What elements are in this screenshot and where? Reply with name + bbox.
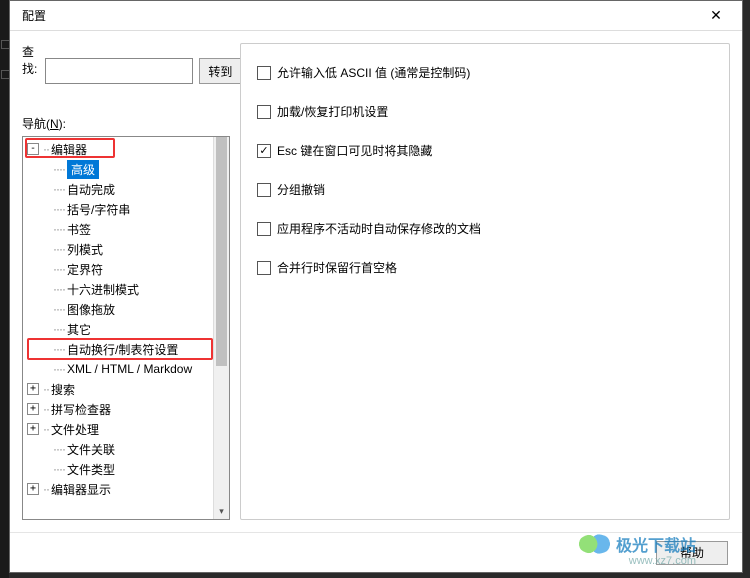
tree-item[interactable]: ····括号/字符串: [23, 199, 213, 219]
option-label: 允许输入低 ASCII 值 (通常是控制码): [277, 64, 470, 81]
tree-item[interactable]: ····书签: [23, 219, 213, 239]
tree-item-label: 列模式: [67, 241, 103, 258]
search-label: 查找:: [22, 43, 37, 99]
dialog-title: 配置: [22, 7, 698, 24]
tree-item-label: 书签: [67, 221, 91, 238]
option-label: Esc 键在窗口可见时将其隐藏: [277, 142, 432, 159]
search-input[interactable]: [45, 58, 193, 84]
nav-tree[interactable]: -··编辑器····高级····自动完成····括号/字符串····书签····…: [23, 137, 213, 519]
tree-item-label: 图像拖放: [67, 301, 115, 318]
dialog-body: 查找: 转到 导航(N): -··编辑器····高级····自动完成····括号…: [10, 31, 742, 532]
tree-expander-icon[interactable]: +: [27, 483, 39, 495]
option-label: 加载/恢复打印机设置: [277, 103, 388, 120]
options-panel: 允许输入低 ASCII 值 (通常是控制码) 加载/恢复打印机设置 Esc 键在窗口…: [240, 43, 730, 520]
tree-item-label: 文件关联: [67, 441, 115, 458]
tree-item[interactable]: +··拼写检查器: [23, 399, 213, 419]
option-label: 合并行时保留行首空格: [277, 259, 397, 276]
tree-item[interactable]: ····文件类型: [23, 459, 213, 479]
checkbox[interactable]: [257, 183, 271, 197]
checkbox[interactable]: [257, 105, 271, 119]
tree-item[interactable]: -··编辑器: [23, 139, 213, 159]
option-row: 分组撤销: [257, 181, 713, 198]
tree-scrollbar[interactable]: ▴ ▾: [213, 137, 229, 519]
tree-expander-icon[interactable]: +: [27, 383, 39, 395]
tree-item-label: 拼写检查器: [51, 401, 111, 418]
tree-item[interactable]: ····图像拖放: [23, 299, 213, 319]
nav-label: 导航(N):: [22, 115, 230, 132]
checkbox[interactable]: [257, 66, 271, 80]
tree-item-label: 编辑器显示: [51, 481, 111, 498]
tree-expander-icon[interactable]: +: [27, 423, 39, 435]
dialog-footer: 帮助: [10, 532, 742, 572]
tree-item[interactable]: ····其它: [23, 319, 213, 339]
titlebar: 配置 ✕: [10, 1, 742, 31]
tree-item-label: XML / HTML / Markdow: [67, 362, 192, 376]
config-dialog: 配置 ✕ 查找: 转到 导航(N): -··编辑器····高级····自动完成·…: [9, 0, 743, 573]
option-row: 合并行时保留行首空格: [257, 259, 713, 276]
tree-item-label: 文件类型: [67, 461, 115, 478]
tree-item-label: 文件处理: [51, 421, 99, 438]
tree-item-label: 十六进制模式: [67, 281, 139, 298]
checkbox[interactable]: [257, 261, 271, 275]
tree-expander-icon[interactable]: +: [27, 403, 39, 415]
tree-item[interactable]: ····自动完成: [23, 179, 213, 199]
app-background-sidebar: [0, 0, 9, 578]
tree-item[interactable]: ····高级: [23, 159, 213, 179]
tree-item-label: 定界符: [67, 261, 103, 278]
tree-item[interactable]: +··搜索: [23, 379, 213, 399]
checkbox[interactable]: [257, 144, 271, 158]
tree-item-label: 括号/字符串: [67, 201, 130, 218]
tree-item-label: 自动换行/制表符设置: [67, 341, 178, 358]
tree-item-label: 高级: [67, 160, 99, 179]
goto-button[interactable]: 转到: [199, 58, 241, 84]
option-row: 加载/恢复打印机设置: [257, 103, 713, 120]
tree-item-label: 编辑器: [51, 141, 87, 158]
option-row: 应用程序不活动时自动保存修改的文档: [257, 220, 713, 237]
tree-item-label: 其它: [67, 321, 91, 338]
option-row: Esc 键在窗口可见时将其隐藏: [257, 142, 713, 159]
option-label: 应用程序不活动时自动保存修改的文档: [277, 220, 481, 237]
tree-item[interactable]: ····文件关联: [23, 439, 213, 459]
tree-item[interactable]: ····定界符: [23, 259, 213, 279]
nav-tree-container: -··编辑器····高级····自动完成····括号/字符串····书签····…: [22, 136, 230, 520]
checkbox[interactable]: [257, 222, 271, 236]
tree-expander-icon[interactable]: -: [27, 143, 39, 155]
tree-item[interactable]: ····列模式: [23, 239, 213, 259]
scroll-thumb[interactable]: [216, 137, 227, 366]
tree-item[interactable]: +··编辑器显示: [23, 479, 213, 499]
scroll-down-arrow[interactable]: ▾: [214, 503, 229, 519]
option-row: 允许输入低 ASCII 值 (通常是控制码): [257, 64, 713, 81]
option-label: 分组撤销: [277, 181, 325, 198]
left-panel: 查找: 转到 导航(N): -··编辑器····高级····自动完成····括号…: [22, 43, 230, 520]
tree-item-label: 自动完成: [67, 181, 115, 198]
close-button[interactable]: ✕: [698, 4, 734, 28]
help-button[interactable]: 帮助: [656, 541, 728, 565]
tree-item[interactable]: +··文件处理: [23, 419, 213, 439]
tree-item-label: 搜索: [51, 381, 75, 398]
tree-item[interactable]: ····XML / HTML / Markdow: [23, 359, 213, 379]
tree-item[interactable]: ····十六进制模式: [23, 279, 213, 299]
tree-item[interactable]: ····自动换行/制表符设置: [23, 339, 213, 359]
search-row: 查找: 转到: [22, 43, 230, 99]
